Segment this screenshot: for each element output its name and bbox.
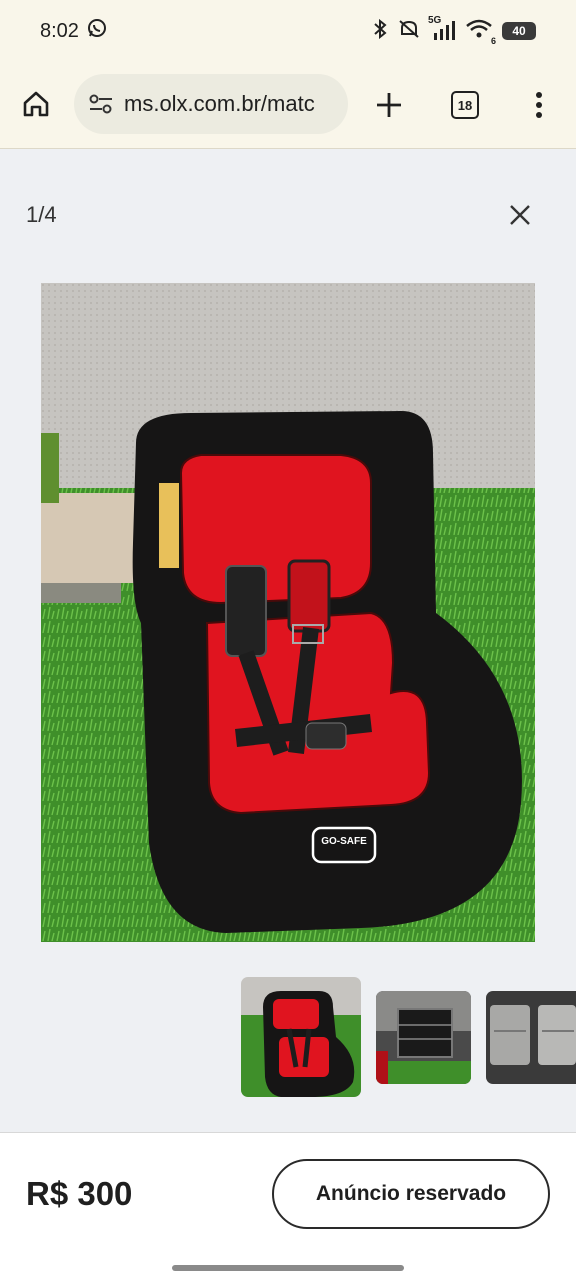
battery-indicator: 40 (502, 22, 536, 40)
status-right: 5G 6 40 (372, 15, 536, 46)
more-vert-icon[interactable] (525, 86, 553, 124)
address-bar[interactable]: ms.olx.com.br/matc (74, 74, 348, 134)
network-type: 5G (428, 15, 442, 26)
thumbnail-3[interactable] (486, 991, 576, 1084)
status-left: 8:02 (40, 18, 107, 44)
wifi-icon: 6 (466, 19, 496, 46)
bottom-bar: R$ 300 Anúncio reservado (0, 1132, 576, 1281)
close-icon[interactable] (506, 201, 534, 229)
wifi-band: 6 (490, 35, 496, 46)
gesture-bar[interactable] (172, 1265, 404, 1271)
main-photo[interactable]: GO-SAFE (41, 283, 535, 942)
tabs-icon[interactable]: 18 (451, 91, 479, 119)
reserved-ad-button[interactable]: Anúncio reservado (272, 1159, 550, 1229)
tune-icon[interactable] (88, 91, 114, 117)
plus-icon[interactable] (370, 86, 408, 124)
signal-icon: 5G (428, 15, 456, 41)
mute-icon (398, 19, 420, 44)
clock: 8:02 (40, 19, 79, 42)
url-text: ms.olx.com.br/matc (124, 91, 315, 116)
price: R$ 300 (26, 1175, 133, 1212)
whatsapp-icon (87, 18, 107, 44)
thumbnail-1[interactable] (241, 977, 361, 1097)
bluetooth-icon (372, 18, 388, 44)
home-icon[interactable] (18, 86, 54, 122)
seat-brand-label: GO-SAFE (321, 836, 367, 847)
status-bar: 8:02 5G 6 40 (0, 0, 576, 62)
browser-toolbar: ms.olx.com.br/matc 18 (0, 62, 576, 149)
photo-counter: 1/4 (26, 202, 57, 227)
thumbnail-2[interactable] (376, 991, 471, 1084)
